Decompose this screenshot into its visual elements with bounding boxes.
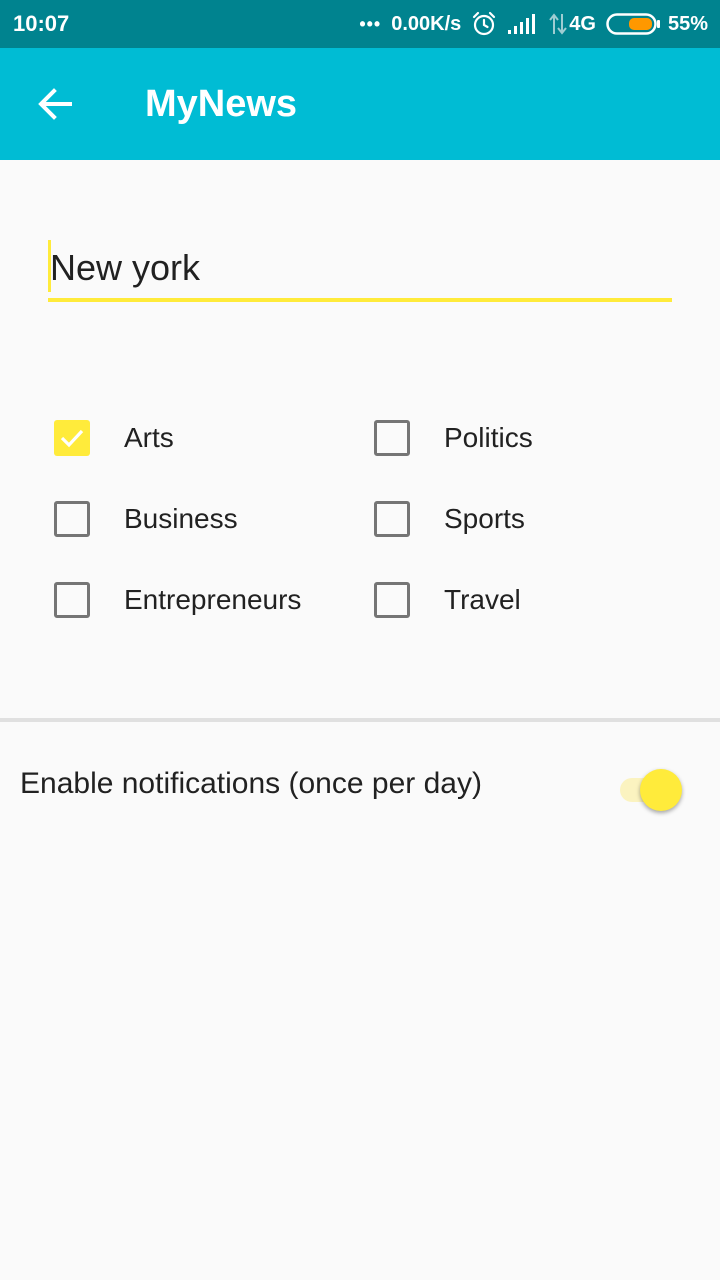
search-input[interactable] xyxy=(48,238,672,298)
checkbox-box[interactable] xyxy=(54,501,90,537)
status-time: 10:07 xyxy=(13,11,70,36)
checkbox-travel[interactable]: Travel xyxy=(374,578,521,622)
battery-icon xyxy=(606,12,662,36)
search-field[interactable] xyxy=(48,238,672,302)
signal-icon xyxy=(507,13,539,35)
app-title: MyNews xyxy=(145,83,298,125)
data-arrows-icon xyxy=(549,12,568,36)
checkbox-box[interactable] xyxy=(374,582,410,618)
checkbox-label: Entrepreneurs xyxy=(124,584,302,615)
check-icon xyxy=(60,429,84,448)
battery-percent: 55% xyxy=(667,12,708,35)
notifications-label: Enable notifications (once per day) xyxy=(20,767,482,800)
notifications-switch[interactable] xyxy=(618,766,688,814)
alarm-icon xyxy=(471,11,497,37)
checkbox-label: Politics xyxy=(444,422,533,453)
section-divider xyxy=(0,718,720,722)
checkbox-label: Travel xyxy=(444,584,521,615)
checkbox-box[interactable] xyxy=(54,420,90,456)
checkbox-entrepreneurs[interactable]: Entrepreneurs xyxy=(54,578,301,622)
checkbox-box[interactable] xyxy=(54,582,90,618)
checkbox-politics[interactable]: Politics xyxy=(374,416,533,460)
checkbox-label: Sports xyxy=(444,503,525,534)
checkbox-business[interactable]: Business xyxy=(54,497,238,541)
status-bar: 10:07 ••• 0.00K/s 4G 55% xyxy=(0,0,720,48)
app-bar: MyNews xyxy=(0,48,720,160)
checkbox-sports[interactable]: Sports xyxy=(374,497,525,541)
checkbox-label: Business xyxy=(124,503,238,534)
status-dots: ••• xyxy=(359,13,382,34)
checkbox-box[interactable] xyxy=(374,501,410,537)
checkbox-box[interactable] xyxy=(374,420,410,456)
switch-thumb xyxy=(640,769,682,811)
text-caret xyxy=(48,240,51,292)
network-type: 4G xyxy=(569,12,596,35)
back-arrow-icon[interactable] xyxy=(34,82,78,126)
checkbox-arts[interactable]: Arts xyxy=(54,416,174,460)
status-icons: ••• 0.00K/s 4G 55% xyxy=(359,9,708,39)
net-speed: 0.00K/s xyxy=(391,12,462,35)
checkbox-label: Arts xyxy=(124,422,174,453)
